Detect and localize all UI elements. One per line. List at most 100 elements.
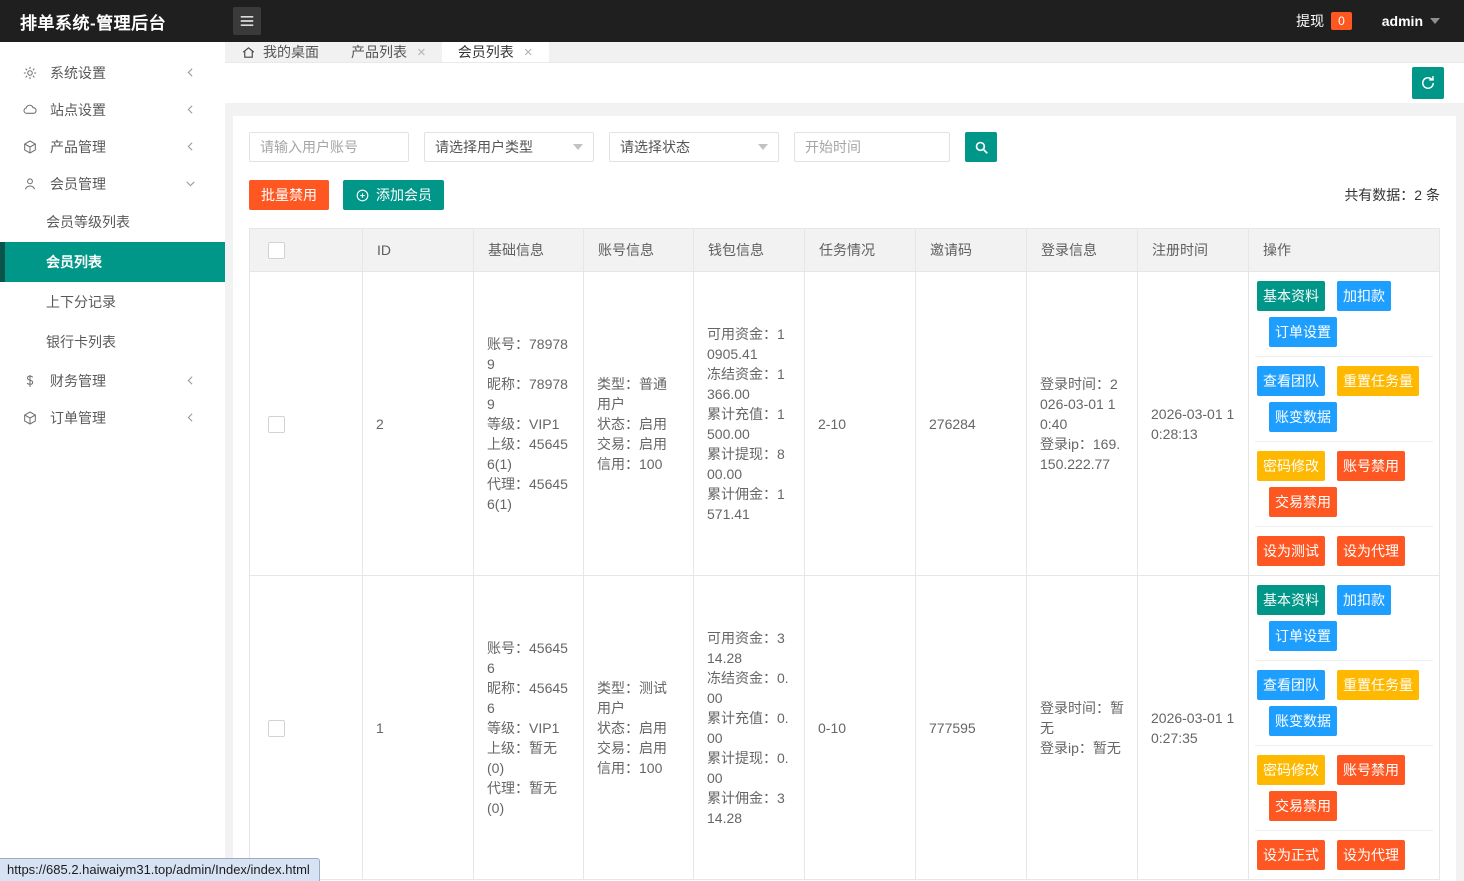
sidebar-item-order-management[interactable]: 订单管理 xyxy=(0,399,225,436)
action-button[interactable]: 交易禁用 xyxy=(1269,487,1337,517)
row-checkbox[interactable] xyxy=(268,720,285,737)
search-icon xyxy=(973,139,990,156)
cell-id: 2 xyxy=(363,272,474,576)
action-button[interactable]: 重置任务量 xyxy=(1337,366,1419,396)
info-line: 等级：VIP1 xyxy=(487,414,570,434)
cell-task-status: 0-10 xyxy=(805,576,916,880)
sidebar-item-member-management[interactable]: 会员管理 xyxy=(0,165,225,202)
sidebar-item-updown-records[interactable]: 上下分记录 xyxy=(0,282,225,322)
cell-invite-code: 276284 xyxy=(916,272,1027,576)
search-button[interactable] xyxy=(965,132,997,162)
action-button[interactable]: 加扣款 xyxy=(1337,281,1391,311)
add-member-button[interactable]: 添加会员 xyxy=(343,180,444,210)
sidebar-item-product-management[interactable]: 产品管理 xyxy=(0,128,225,165)
user-type-value: 请选择用户类型 xyxy=(435,137,533,157)
select-all-checkbox[interactable] xyxy=(268,242,285,259)
action-button[interactable]: 账变数据 xyxy=(1269,706,1337,736)
tab-label: 产品列表 xyxy=(351,42,407,62)
column-header: 钱包信息 xyxy=(694,229,805,272)
action-button[interactable]: 账变数据 xyxy=(1269,402,1337,432)
menu-toggle-button[interactable] xyxy=(233,7,261,35)
action-button[interactable]: 交易禁用 xyxy=(1269,791,1337,821)
tab-desktop[interactable]: 我的桌面 xyxy=(225,42,335,62)
action-button[interactable]: 账号禁用 xyxy=(1337,755,1405,785)
cube-icon xyxy=(22,410,38,426)
topbar: 排单系统-管理后台 提现 0 admin xyxy=(0,0,1464,42)
tab-product-list[interactable]: 产品列表 × xyxy=(335,42,442,62)
content-card: 请选择用户类型 请选择状态 批量禁用 xyxy=(233,116,1456,881)
action-button[interactable]: 设为代理 xyxy=(1337,840,1405,870)
tab-label: 会员列表 xyxy=(458,42,514,62)
column-header: 登录信息 xyxy=(1027,229,1138,272)
status-value: 请选择状态 xyxy=(620,137,690,157)
action-button[interactable]: 设为代理 xyxy=(1337,536,1405,566)
action-button[interactable]: 查看团队 xyxy=(1257,670,1325,700)
action-button[interactable]: 订单设置 xyxy=(1269,317,1337,347)
sidebar-item-label: 站点设置 xyxy=(50,100,106,120)
action-button[interactable]: 基本资料 xyxy=(1257,585,1325,615)
action-button[interactable]: 设为正式 xyxy=(1257,840,1325,870)
sidebar-item-label: 会员管理 xyxy=(50,174,106,194)
sidebar-item-member-level-list[interactable]: 会员等级列表 xyxy=(0,202,225,242)
sidebar-subitem-label: 银行卡列表 xyxy=(46,334,116,350)
members-table: ID基础信息账号信息钱包信息任务情况邀请码登录信息注册时间操作 2账号：7897… xyxy=(249,228,1440,880)
column-header: 任务情况 xyxy=(805,229,916,272)
info-line: 类型：普通用户 xyxy=(597,374,680,414)
info-line: 类型：测试用户 xyxy=(597,678,680,718)
chevron-down-icon xyxy=(184,177,197,190)
action-row: 批量禁用 添加会员 共有数据：2 条 xyxy=(249,180,1440,210)
column-header: 注册时间 xyxy=(1138,229,1249,272)
table-header-row: ID基础信息账号信息钱包信息任务情况邀请码登录信息注册时间操作 xyxy=(250,229,1440,272)
action-button[interactable]: 重置任务量 xyxy=(1337,670,1419,700)
user-menu[interactable]: admin xyxy=(1382,13,1440,29)
sidebar-item-finance-management[interactable]: 财务管理 xyxy=(0,362,225,399)
row-checkbox[interactable] xyxy=(268,416,285,433)
start-time-input[interactable] xyxy=(794,132,950,162)
sidebar: 系统设置站点设置产品管理会员管理会员等级列表会员列表上下分记录银行卡列表财务管理… xyxy=(0,42,225,881)
sidebar-item-label: 系统设置 xyxy=(50,63,106,83)
sidebar-item-member-list[interactable]: 会员列表 xyxy=(0,242,225,282)
account-search-input[interactable] xyxy=(249,132,409,162)
status-select[interactable]: 请选择状态 xyxy=(609,132,779,162)
column-header: 邀请码 xyxy=(916,229,1027,272)
info-line: 状态：启用 xyxy=(597,718,680,738)
info-line: 累计佣金：1571.41 xyxy=(707,484,791,524)
add-member-label: 添加会员 xyxy=(376,180,432,210)
tab-label: 我的桌面 xyxy=(263,42,319,62)
column-header: 基础信息 xyxy=(474,229,584,272)
action-button[interactable]: 加扣款 xyxy=(1337,585,1391,615)
info-line: 代理：暂无(0) xyxy=(487,778,570,818)
info-line: 冻结资金：0.00 xyxy=(707,668,791,708)
action-button[interactable]: 密码修改 xyxy=(1257,451,1325,481)
sidebar-item-site-settings[interactable]: 站点设置 xyxy=(0,91,225,128)
chevron-left-icon xyxy=(184,66,197,79)
action-button[interactable]: 密码修改 xyxy=(1257,755,1325,785)
action-button[interactable]: 账号禁用 xyxy=(1337,451,1405,481)
action-button[interactable]: 基本资料 xyxy=(1257,281,1325,311)
info-line: 冻结资金：1366.00 xyxy=(707,364,791,404)
cell-basic-info: 账号：789789昵称：789789等级：VIP1上级：456456(1)代理：… xyxy=(474,272,584,576)
close-icon[interactable]: × xyxy=(417,44,426,61)
info-line: 可用资金：314.28 xyxy=(707,628,791,668)
info-line: 代理：456456(1) xyxy=(487,474,570,514)
withdraw-link[interactable]: 提现 0 xyxy=(1296,11,1352,31)
table-row: 2账号：789789昵称：789789等级：VIP1上级：456456(1)代理… xyxy=(250,272,1440,576)
close-icon[interactable]: × xyxy=(524,44,533,61)
batch-disable-button[interactable]: 批量禁用 xyxy=(249,180,329,210)
cell-register-time: 2026-03-01 10:27:35 xyxy=(1138,576,1249,880)
main-content: 我的桌面 产品列表 × 会员列表 × 请选择用户类型 请选择状态 xyxy=(225,42,1464,881)
info-line: 账号：789789 xyxy=(487,334,570,374)
chevron-down-icon xyxy=(758,144,768,150)
sidebar-item-bank-card-list[interactable]: 银行卡列表 xyxy=(0,322,225,362)
action-button[interactable]: 设为测试 xyxy=(1257,536,1325,566)
tab-member-list[interactable]: 会员列表 × xyxy=(442,42,549,62)
filters-row: 请选择用户类型 请选择状态 xyxy=(249,132,1440,162)
home-icon xyxy=(241,45,256,60)
refresh-button[interactable] xyxy=(1412,67,1444,99)
user-type-select[interactable]: 请选择用户类型 xyxy=(424,132,594,162)
action-button[interactable]: 订单设置 xyxy=(1269,621,1337,651)
sidebar-item-system-settings[interactable]: 系统设置 xyxy=(0,54,225,91)
user-icon xyxy=(22,176,38,192)
info-line: 累计提现：800.00 xyxy=(707,444,791,484)
action-button[interactable]: 查看团队 xyxy=(1257,366,1325,396)
